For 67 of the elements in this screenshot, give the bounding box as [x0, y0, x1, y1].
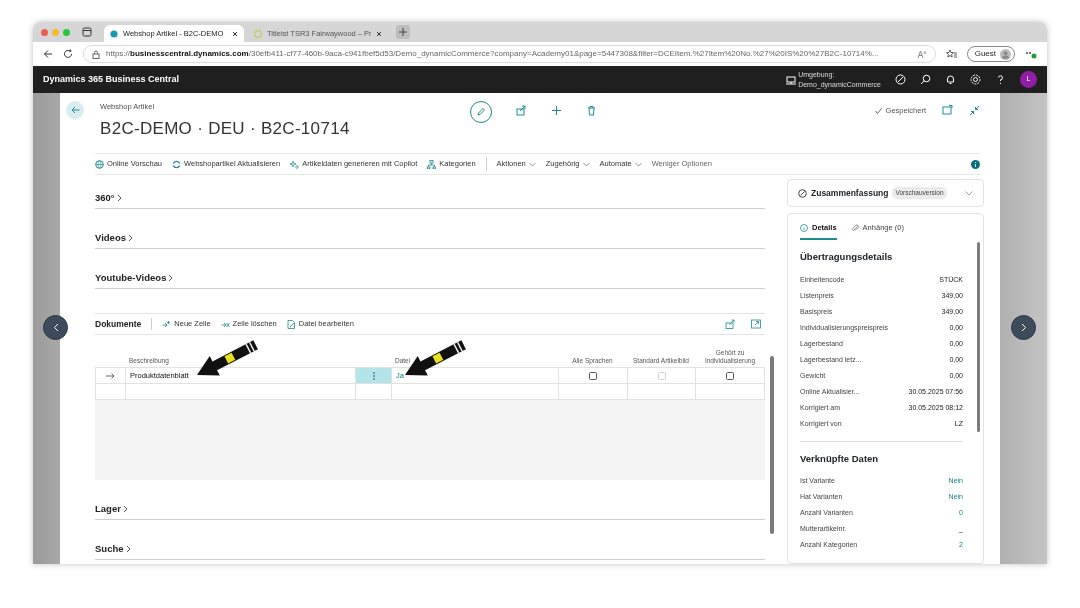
url-text: https://businesscentral.dynamics.com/30efb411-cf77-460b-9aca-c941fbef5d53/Demo_dynamicCommerce?company=Academy01&page=5447308&filter=DCEItem.%27Item%20No.%27%20IS%20%27B2C-10714%... [106, 48, 880, 60]
checkbox[interactable] [726, 371, 734, 380]
chevron-right-icon [122, 504, 128, 513]
arrow-drawing [197, 340, 258, 376]
back-icon[interactable] [43, 49, 53, 59]
sparkle-icon [290, 159, 300, 169]
chevron-down-icon [634, 161, 642, 167]
page-title: B2C-DEMO · DEU · B2C-10714 [100, 118, 351, 141]
chevron-right-icon [125, 544, 131, 553]
read-aloud-icon[interactable] [916, 49, 927, 59]
pencil-icon [476, 107, 486, 117]
back-button[interactable] [66, 101, 84, 119]
chevron-down-icon [528, 161, 536, 167]
section-header[interactable]: Suche [95, 541, 131, 556]
favorites-icon[interactable] [945, 49, 957, 59]
info-outline-icon [800, 223, 808, 232]
notification-icon[interactable] [945, 74, 956, 85]
back-arrow-icon [70, 106, 80, 114]
group-title: Verknüpfte Daten [800, 451, 880, 466]
chevron-right-icon [116, 193, 122, 202]
search-icon[interactable] [920, 74, 931, 85]
factbox-title: Zusammenfassung [811, 186, 889, 200]
chevron-right-icon [1020, 323, 1027, 332]
section-header[interactable]: Videos [95, 230, 133, 245]
avatar-icon [1000, 48, 1011, 60]
settings-icon[interactable] [970, 74, 981, 85]
lock-icon [92, 49, 100, 59]
app-title: Dynamics 365 Business Central [43, 72, 180, 86]
new-tab-icon[interactable] [396, 25, 410, 39]
delete-icon[interactable] [586, 105, 597, 116]
help-icon[interactable] [995, 74, 1006, 85]
chevron-right-icon [168, 273, 174, 282]
collapse-icon[interactable] [969, 105, 980, 116]
chevron-down-icon [582, 161, 590, 167]
next-button[interactable] [1011, 315, 1036, 340]
close-icon[interactable] [232, 30, 238, 37]
more-vertical-icon [372, 371, 375, 380]
hierarchy-icon [427, 159, 437, 169]
reload-icon[interactable] [63, 49, 73, 59]
section-header[interactable]: Lager [95, 501, 128, 516]
section-title: Dokumente [95, 317, 153, 331]
edit-button[interactable] [470, 101, 492, 123]
scrollbar-thumb[interactable] [977, 242, 980, 432]
paperclip-icon [850, 223, 859, 232]
chevron-right-icon [128, 233, 133, 242]
info-icon[interactable] [971, 159, 980, 169]
section-header[interactable]: Youtube-Videos [95, 270, 174, 285]
environment-icon [786, 74, 797, 85]
expand-icon[interactable] [751, 319, 761, 329]
tab-actions-icon[interactable] [82, 27, 92, 37]
share-icon[interactable] [725, 319, 735, 329]
close-icon[interactable] [376, 30, 382, 37]
share-icon[interactable] [516, 105, 527, 116]
group-title: Übertragungsdetails [800, 250, 894, 265]
section-header[interactable]: 360° [95, 190, 122, 205]
chevron-left-icon [52, 323, 59, 332]
site-icon [254, 29, 262, 38]
open-in-new-window-icon[interactable] [942, 105, 953, 116]
more-icon[interactable] [1025, 49, 1037, 59]
chevron-down-icon[interactable] [965, 190, 973, 196]
add-icon[interactable] [551, 105, 562, 116]
check-icon [874, 107, 882, 114]
edit-file-icon [286, 319, 296, 329]
refresh-icon [172, 159, 182, 169]
checkbox[interactable] [589, 371, 597, 380]
scrollbar-thumb[interactable] [770, 356, 774, 534]
new-line-icon [162, 319, 172, 329]
